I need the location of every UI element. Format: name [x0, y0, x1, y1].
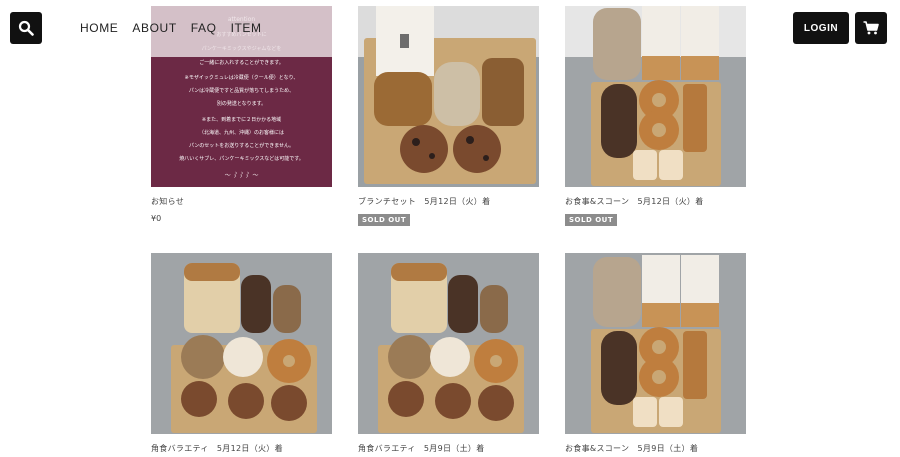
nav-faq[interactable]: FAQ — [191, 21, 217, 35]
nav-about[interactable]: ABOUT — [132, 21, 176, 35]
notice-line: ご一緒にお入れすることができます。 — [199, 60, 284, 66]
bread-photo — [565, 253, 746, 434]
nav-home[interactable]: HOME — [80, 21, 118, 35]
cart-icon — [863, 21, 879, 35]
bread-photo — [358, 253, 539, 434]
product-name[interactable]: 角食バラエティ 5月12日（火）着 — [151, 443, 332, 454]
notice-line: パンのセットをお送りすることができません。 — [188, 143, 295, 149]
signature-logo: 〜 ⌇⌇⌇ 〜 — [224, 172, 258, 179]
sold-out-badge: SOLD OUT — [358, 214, 411, 226]
product-name[interactable]: お知らせ — [151, 196, 332, 207]
notice-line: （北海道、九州、沖縄）のお客様には — [198, 130, 284, 136]
notice-line: 別の発送となります。 — [216, 101, 267, 107]
product-card: お食事&スコーン 5月9日（土）着 — [565, 253, 746, 454]
main-nav: HOME ABOUT FAQ ITEM — [80, 21, 262, 35]
nav-item[interactable]: ITEM — [231, 21, 262, 35]
product-card: 角食バラエティ 5月12日（火）着 — [151, 253, 332, 454]
cart-button[interactable] — [855, 12, 887, 44]
product-image-bread-variety[interactable] — [358, 253, 539, 434]
product-name[interactable]: 角食バラエティ 5月9日（土）着 — [358, 443, 539, 454]
search-icon — [18, 20, 34, 36]
bread-photo — [151, 253, 332, 434]
notice-line: ※また、到着までに２日かかる地域 — [201, 117, 282, 123]
search-button[interactable] — [10, 12, 42, 44]
product-name[interactable]: ブランチセット 5月12日（火）着 — [358, 196, 539, 207]
login-button[interactable]: LOGIN — [793, 12, 849, 44]
product-image-meal-scone[interactable] — [565, 253, 746, 434]
notice-line: 焼八いくサブレ、パンケーキミックスなどは可能です。 — [179, 156, 304, 162]
sold-out-badge: SOLD OUT — [565, 214, 618, 226]
product-name[interactable]: お食事&スコーン 5月12日（火）着 — [565, 196, 746, 207]
site-header: HOME ABOUT FAQ ITEM LOGIN — [0, 0, 900, 58]
product-card: 角食バラエティ 5月9日（土）着 — [358, 253, 539, 454]
product-name[interactable]: お食事&スコーン 5月9日（土）着 — [565, 443, 746, 454]
product-price: ¥0 — [151, 214, 162, 223]
notice-line: パンは冷蔵便ですと品質が落ちてしまうため、 — [188, 88, 295, 94]
notice-line: ※モザイックミュレは冷蔵便（クール便）となり、 — [184, 75, 299, 81]
product-image-bread-variety[interactable] — [151, 253, 332, 434]
